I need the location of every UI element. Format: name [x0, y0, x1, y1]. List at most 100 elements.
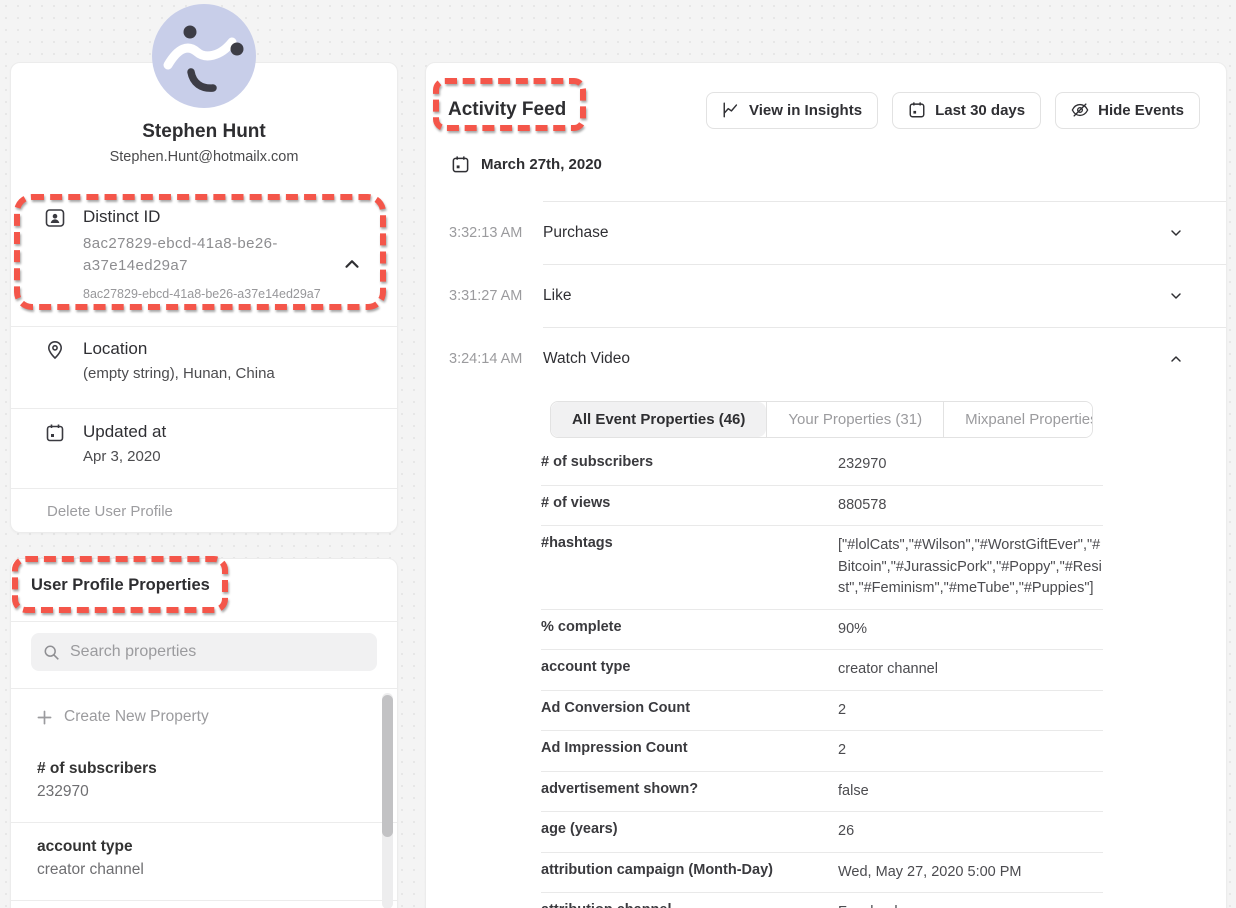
- properties-panel-title: User Profile Properties: [31, 576, 210, 595]
- hide-events-label: Hide Events: [1098, 102, 1184, 119]
- table-row: % complete90%: [541, 610, 1103, 651]
- property-key: % complete: [541, 610, 838, 644]
- table-row: # of views880578: [541, 486, 1103, 527]
- property-value: 880578: [838, 486, 1103, 526]
- last-30-days-button[interactable]: Last 30 days: [892, 92, 1041, 129]
- property-value: Facebook: [838, 893, 1103, 908]
- table-row: attribution campaign (Month-Day)Wed, May…: [541, 853, 1103, 894]
- table-row: account typecreator channel: [541, 650, 1103, 691]
- property-value: Wed, May 27, 2020 5:00 PM: [838, 853, 1103, 893]
- table-row: # of subscribers232970: [541, 445, 1103, 486]
- chevron-down-icon[interactable]: [1168, 225, 1184, 241]
- distinct-id-secondary: 8ac27829-ebcd-41a8-be26-a37e14ed29a7: [83, 287, 377, 301]
- updated-at-label: Updated at: [83, 422, 377, 442]
- event-detail-panel: All Event Properties (46) Your Propertie…: [541, 401, 1103, 908]
- property-value: 90%: [838, 610, 1103, 650]
- property-value: false: [838, 772, 1103, 812]
- event-name: Purchase: [543, 224, 608, 242]
- event-properties-table: # of subscribers232970 # of views880578 …: [541, 445, 1103, 908]
- last-30-days-label: Last 30 days: [935, 102, 1025, 119]
- calendar-icon: [451, 155, 470, 174]
- updated-at-section: Updated at Apr 3, 2020: [45, 422, 377, 465]
- search-properties-input[interactable]: [70, 643, 365, 661]
- distinct-id-label: Distinct ID: [83, 207, 377, 227]
- events-list: 3:32:13 AM Purchase 3:31:27 AM Like 3:24…: [449, 201, 1226, 390]
- divider: [11, 408, 397, 409]
- collapse-chevron-up-icon[interactable]: [341, 253, 363, 275]
- property-value: 232970: [838, 445, 1103, 485]
- property-item[interactable]: account type creator channel: [11, 823, 397, 901]
- calendar-icon: [45, 423, 65, 443]
- properties-scrollbar-thumb[interactable]: [382, 695, 393, 837]
- location-label: Location: [83, 339, 377, 359]
- properties-list: Create New Property # of subscribers 232…: [11, 689, 397, 908]
- id-badge-icon: [45, 208, 65, 228]
- create-new-property-button[interactable]: Create New Property: [11, 689, 397, 745]
- property-key: age (years): [541, 812, 838, 846]
- divider: [11, 488, 397, 489]
- tab-all-event-properties[interactable]: All Event Properties (46): [551, 402, 766, 437]
- insights-chart-icon: [722, 101, 740, 119]
- property-key: #hashtags: [541, 526, 838, 560]
- property-value: creator channel: [838, 650, 1103, 690]
- tab-mixpanel-properties[interactable]: Mixpanel Properties (15): [943, 402, 1093, 437]
- table-row: #hashtags["#lolCats","#Wilson","#WorstGi…: [541, 526, 1103, 610]
- event-properties-tabs: All Event Properties (46) Your Propertie…: [550, 401, 1093, 438]
- chevron-down-icon[interactable]: [1168, 288, 1184, 304]
- property-item[interactable]: # of subscribers 232970: [11, 745, 397, 823]
- distinct-id-section: Distinct ID 8ac27829-ebcd-41a8-be26-a37e…: [45, 207, 377, 301]
- activity-feed-title: Activity Feed: [448, 99, 566, 121]
- date-header: March 27th, 2020: [451, 155, 602, 174]
- calendar-icon: [908, 101, 926, 119]
- tab-your-properties[interactable]: Your Properties (31): [766, 402, 943, 437]
- property-value: ["#lolCats","#Wilson","#WorstGiftEver","…: [838, 526, 1103, 609]
- user-profile-properties-card: User Profile Properties Create New Prope…: [10, 558, 398, 908]
- search-properties-box: [31, 633, 377, 671]
- date-header-label: March 27th, 2020: [481, 156, 602, 173]
- updated-at-value: Apr 3, 2020: [83, 448, 377, 465]
- property-name: # of subscribers: [37, 760, 371, 778]
- table-row: advertisement shown?false: [541, 772, 1103, 813]
- property-key: # of subscribers: [541, 445, 838, 479]
- property-key: Ad Conversion Count: [541, 691, 838, 725]
- table-row: age (years)26: [541, 812, 1103, 853]
- chevron-up-icon[interactable]: [1168, 351, 1184, 367]
- event-time: 3:31:27 AM: [449, 264, 543, 327]
- table-row: Ad Impression Count2: [541, 731, 1103, 772]
- activity-feed-card: Activity Feed View in Insights Last 30 d…: [425, 62, 1227, 908]
- user-email: Stephen.Hunt@hotmailx.com: [11, 149, 397, 165]
- distinct-id-value: 8ac27829-ebcd-41a8-be26-a37e14ed29a7: [83, 233, 318, 277]
- user-profile-page: Stephen Hunt Stephen.Hunt@hotmailx.com D…: [0, 0, 1236, 908]
- feed-actions: View in Insights Last 30 days: [706, 92, 1200, 129]
- event-time: 3:24:14 AM: [449, 327, 543, 390]
- profile-card: Stephen Hunt Stephen.Hunt@hotmailx.com D…: [10, 62, 398, 533]
- property-value: 26: [838, 812, 1103, 852]
- location-value: (empty string), Hunan, China: [83, 365, 377, 382]
- property-key: # of views: [541, 486, 838, 520]
- create-new-property-label: Create New Property: [64, 708, 209, 726]
- activity-feed-header: Activity Feed View in Insights Last 30 d…: [448, 91, 1200, 129]
- view-in-insights-label: View in Insights: [749, 102, 862, 119]
- property-value: creator channel: [37, 861, 371, 879]
- property-key: attribution channel: [541, 893, 838, 908]
- property-key: account type: [541, 650, 838, 684]
- event-row-purchase[interactable]: 3:32:13 AM Purchase: [449, 201, 1226, 264]
- delete-user-profile-link[interactable]: Delete User Profile: [47, 503, 173, 520]
- divider: [11, 326, 397, 327]
- plus-icon: [37, 710, 52, 725]
- table-row: Ad Conversion Count2: [541, 691, 1103, 732]
- event-row-like[interactable]: 3:31:27 AM Like: [449, 264, 1226, 327]
- location-section: Location (empty string), Hunan, China: [45, 339, 377, 382]
- property-key: Ad Impression Count: [541, 731, 838, 765]
- property-name: account type: [37, 838, 371, 856]
- search-icon: [43, 644, 60, 661]
- hide-events-button[interactable]: Hide Events: [1055, 92, 1200, 129]
- event-row-watch-video[interactable]: 3:24:14 AM Watch Video: [449, 327, 1226, 390]
- view-in-insights-button[interactable]: View in Insights: [706, 92, 878, 129]
- property-value: 232970: [37, 783, 371, 801]
- properties-scrollbar-track: [382, 693, 393, 908]
- divider: [11, 621, 397, 622]
- property-key: attribution campaign (Month-Day): [541, 853, 838, 887]
- eye-off-icon: [1071, 101, 1089, 119]
- event-name: Watch Video: [543, 350, 630, 368]
